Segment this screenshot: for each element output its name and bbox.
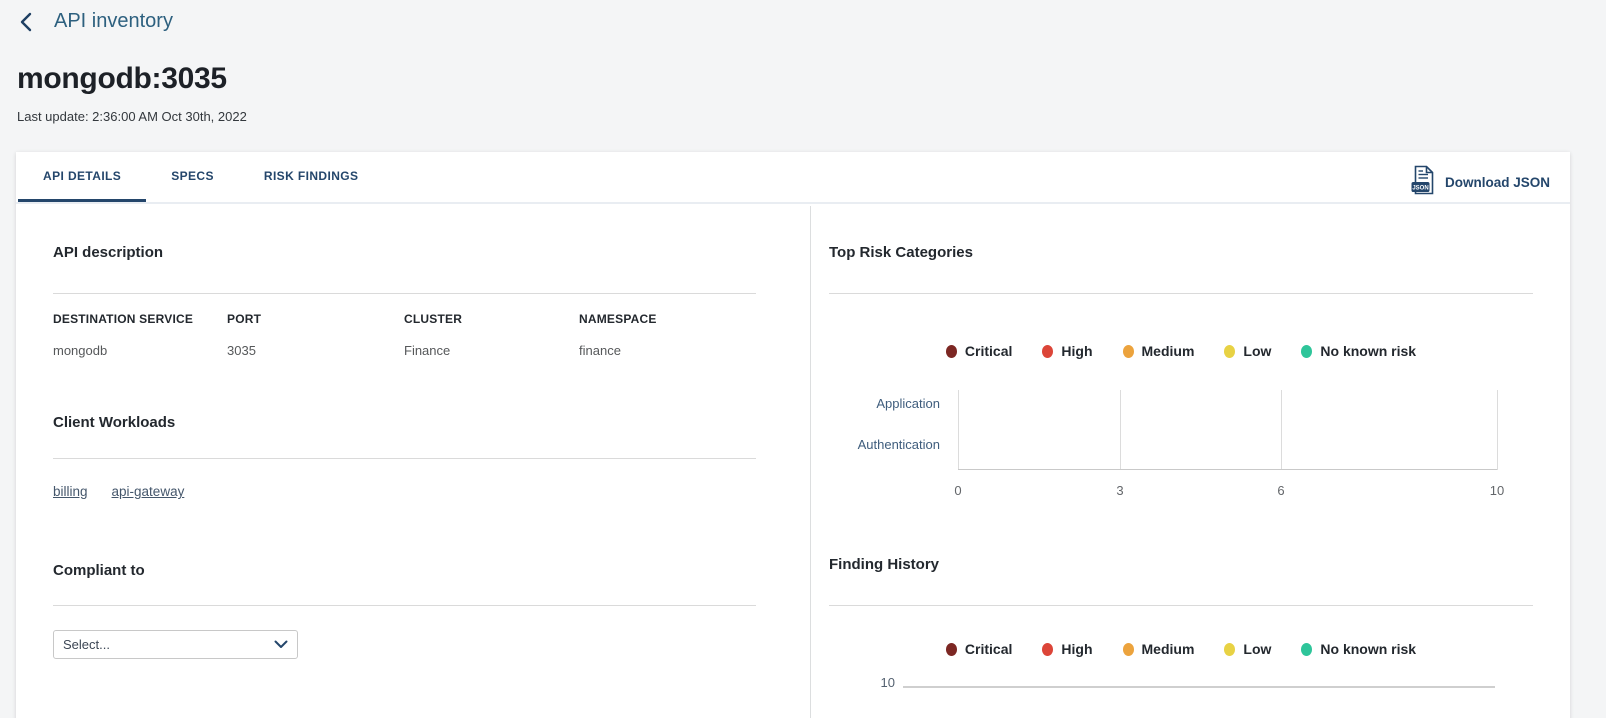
page-title: mongodb:3035	[17, 62, 227, 95]
gridline	[1497, 390, 1498, 470]
field-label: DESTINATION SERVICE	[53, 312, 194, 326]
divider	[829, 605, 1533, 606]
tab-specs[interactable]: SPECS	[146, 152, 239, 202]
no-known-risk-dot-icon	[1301, 344, 1313, 358]
client-workloads-heading: Client Workloads	[53, 414, 176, 431]
medium-dot-icon	[1122, 344, 1134, 358]
select-placeholder: Select...	[63, 637, 110, 652]
legend-item-critical: Critical	[945, 641, 1013, 657]
column-divider	[810, 206, 811, 718]
client-workloads-links: billing api-gateway	[53, 484, 184, 499]
detail-card: API DETAILS SPECS RISK FINDINGS JSON Dow…	[16, 152, 1570, 718]
legend-label: Medium	[1141, 641, 1195, 657]
field-port: PORT 3035	[227, 312, 261, 358]
high-dot-icon	[1042, 344, 1054, 358]
field-label: CLUSTER	[404, 312, 463, 326]
api-inventory-detail-page: API inventory mongodb:3035 Last update: …	[0, 0, 1606, 718]
compliant-to-select[interactable]: Select...	[53, 630, 298, 659]
finding-history-y-tick-10: 10	[880, 675, 895, 690]
tab-risk-findings[interactable]: RISK FINDINGS	[239, 152, 384, 202]
no-known-risk-dot-icon	[1301, 642, 1313, 656]
field-label: PORT	[227, 312, 262, 326]
low-dot-icon	[1224, 344, 1236, 358]
low-dot-icon	[1224, 642, 1236, 656]
chevron-left-icon[interactable]	[18, 11, 34, 33]
field-destination-service: DESTINATION SERVICE mongodb	[53, 312, 193, 358]
field-namespace: NAMESPACE finance	[579, 312, 657, 358]
legend-item-medium: Medium	[1122, 641, 1195, 657]
legend-label: No known risk	[1320, 343, 1417, 359]
breadcrumb[interactable]: API inventory	[54, 10, 173, 33]
legend-item-no-known-risk: No known risk	[1301, 641, 1416, 657]
gridline	[958, 390, 959, 470]
legend-item-high: High	[1042, 641, 1093, 657]
field-value: Finance	[404, 343, 451, 358]
workload-link-api-gateway[interactable]: api-gateway	[112, 484, 185, 499]
api-description-heading: API description	[53, 244, 164, 261]
legend-item-no-known-risk: No known risk	[1301, 343, 1416, 359]
x-tick-3: 3	[1116, 483, 1124, 498]
download-json-button[interactable]: JSON Download JSON	[1410, 165, 1550, 200]
tab-api-details[interactable]: API DETAILS	[18, 152, 147, 202]
workload-link-billing[interactable]: billing	[53, 484, 88, 499]
divider	[53, 293, 756, 294]
field-cluster: CLUSTER Finance	[404, 312, 462, 358]
field-value: finance	[579, 343, 621, 358]
divider	[53, 605, 756, 606]
gridline	[1281, 390, 1283, 470]
divider	[829, 293, 1533, 294]
finding-history-legend: Critical High Medium Low No known risk	[829, 641, 1533, 657]
top-risk-categories-heading: Top Risk Categories	[829, 244, 973, 261]
critical-dot-icon	[945, 642, 957, 656]
legend-label: High	[1061, 343, 1093, 359]
legend-item-low: Low	[1224, 343, 1271, 359]
legend-label: Low	[1243, 641, 1272, 657]
legend-label: No known risk	[1320, 641, 1417, 657]
tab-bar: API DETAILS SPECS RISK FINDINGS	[16, 152, 1570, 204]
legend-item-high: High	[1042, 343, 1093, 359]
x-tick-0: 0	[954, 483, 962, 498]
x-axis-line	[958, 469, 1497, 470]
legend-label: Critical	[964, 641, 1013, 657]
high-dot-icon	[1042, 642, 1054, 656]
medium-dot-icon	[1122, 642, 1134, 656]
back-to-api-inventory[interactable]: API inventory	[18, 10, 173, 33]
legend-label: Low	[1243, 343, 1272, 359]
last-update-text: Last update: 2:36:00 AM Oct 30th, 2022	[17, 109, 247, 124]
json-file-icon: JSON	[1410, 165, 1436, 200]
legend-item-low: Low	[1224, 641, 1271, 657]
top-risk-bar-chart	[958, 390, 1498, 470]
gridline	[1119, 390, 1121, 470]
finding-history-heading: Finding History	[829, 556, 939, 573]
field-label: NAMESPACE	[579, 312, 657, 326]
legend-item-medium: Medium	[1122, 343, 1195, 359]
x-tick-10: 10	[1489, 483, 1505, 498]
bar-category-label-authentication: Authentication	[857, 437, 940, 452]
field-value: 3035	[227, 343, 256, 358]
top-risk-legend: Critical High Medium Low No known risk	[829, 343, 1533, 359]
download-json-label: Download JSON	[1444, 175, 1550, 190]
gridline	[903, 686, 1495, 688]
x-tick-6: 6	[1277, 483, 1285, 498]
field-value: mongodb	[53, 343, 108, 358]
chevron-down-icon	[274, 636, 288, 654]
compliant-to-heading: Compliant to	[53, 562, 145, 579]
legend-label: High	[1061, 641, 1093, 657]
divider	[53, 458, 756, 459]
legend-label: Medium	[1141, 343, 1195, 359]
legend-item-critical: Critical	[945, 343, 1013, 359]
legend-label: Critical	[964, 343, 1013, 359]
bar-category-label-application: Application	[876, 396, 940, 411]
svg-text:JSON: JSON	[1412, 185, 1428, 191]
critical-dot-icon	[945, 344, 957, 358]
